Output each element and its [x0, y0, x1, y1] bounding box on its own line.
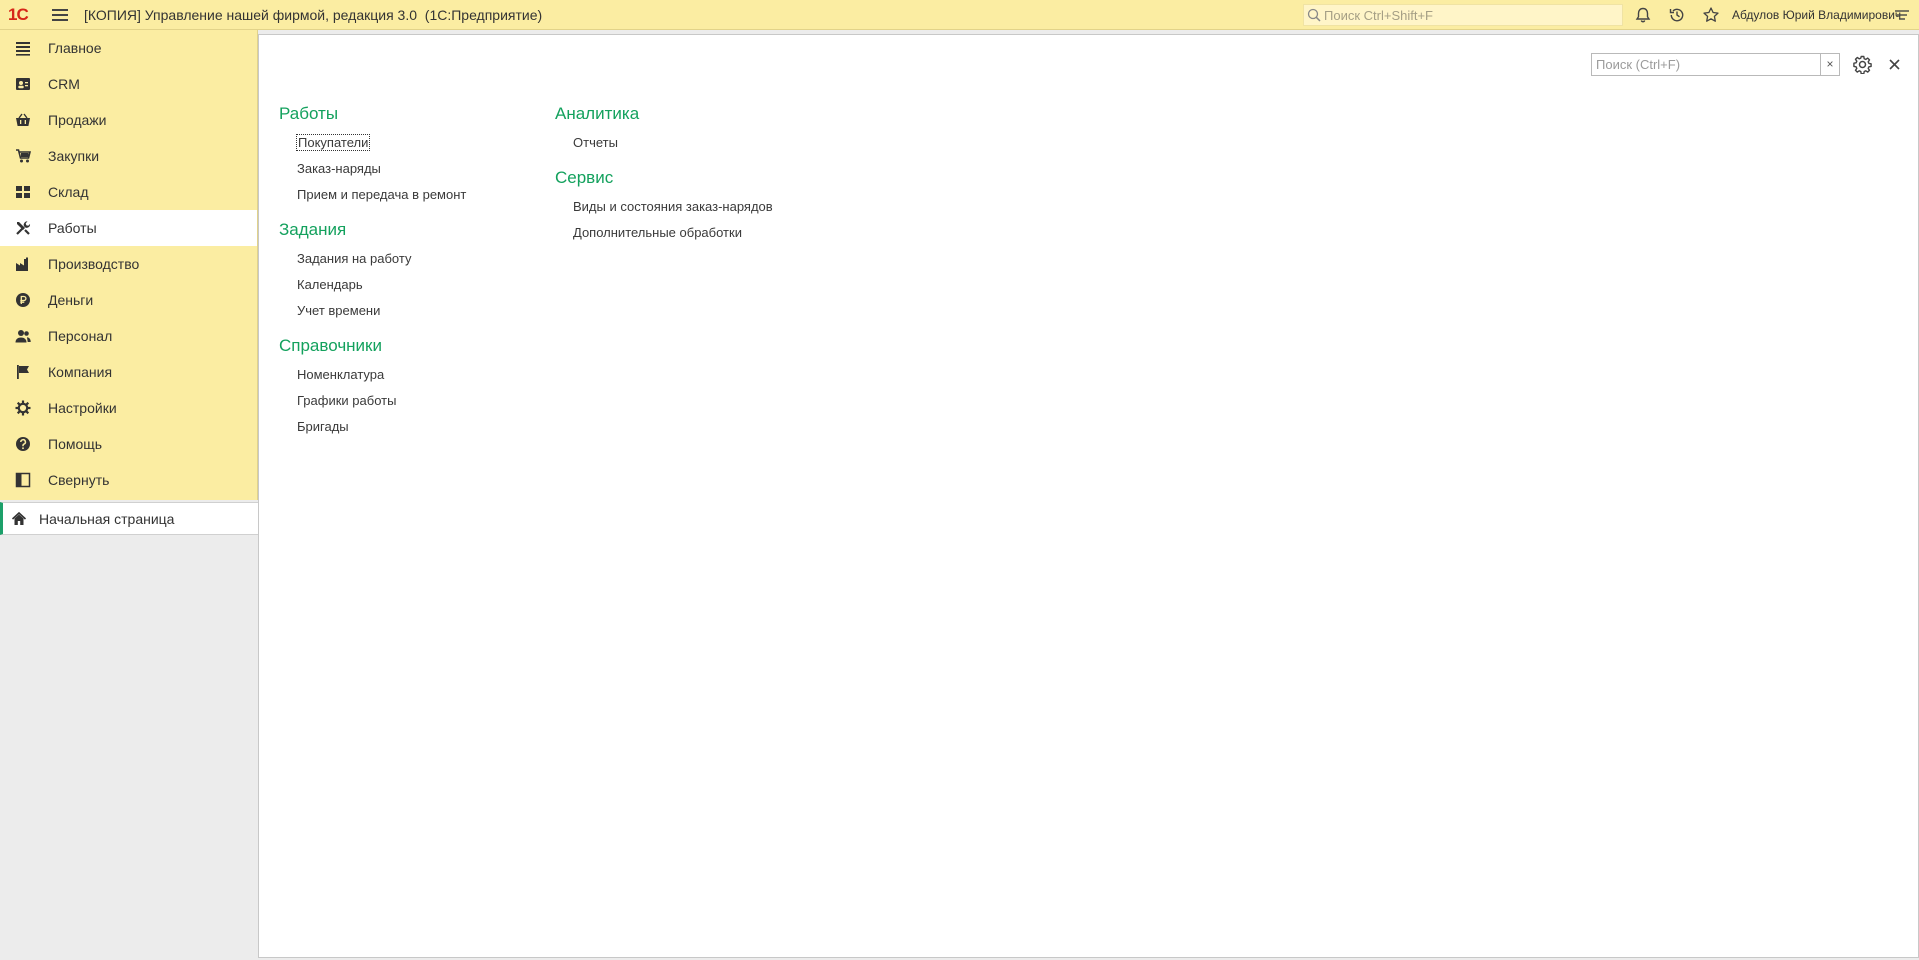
- sidebar-item-label: Настройки: [48, 400, 117, 416]
- sidebar-item-sales[interactable]: Продажи: [0, 102, 257, 138]
- group-title-service: Сервис: [555, 168, 614, 187]
- sidebar-item-works[interactable]: Работы: [0, 210, 257, 246]
- menu-lines-icon: [14, 39, 32, 57]
- link-job-tasks[interactable]: Задания на работу: [297, 246, 539, 272]
- sidebar-item-label: Деньги: [48, 292, 94, 308]
- help-icon: [14, 435, 32, 453]
- app-logo[interactable]: 1С: [8, 5, 38, 25]
- sidebar-item-main[interactable]: Главное: [0, 30, 257, 66]
- settings-menu-icon[interactable]: [1893, 6, 1911, 24]
- link-customers[interactable]: Покупатели: [295, 130, 539, 156]
- sidebar-item-label: Персонал: [48, 328, 113, 344]
- sidebar-item-label: Свернуть: [48, 472, 110, 488]
- link-reports[interactable]: Отчеты: [573, 130, 855, 156]
- link-nomenclature[interactable]: Номенклатура: [297, 362, 539, 388]
- tools-icon: [14, 219, 32, 237]
- link-repair-handover[interactable]: Прием и передача в ремонт: [297, 182, 539, 208]
- sidebar-item-label: Склад: [48, 184, 89, 200]
- close-icon[interactable]: [1887, 57, 1902, 72]
- flag-icon: [14, 363, 32, 381]
- contact-card-icon: [14, 75, 32, 93]
- link-work-schedules[interactable]: Графики работы: [297, 388, 539, 414]
- sidebar-item-purchases[interactable]: Закупки: [0, 138, 257, 174]
- link-additional-processing[interactable]: Дополнительные обработки: [573, 220, 855, 246]
- sidebar-item-money[interactable]: Деньги: [0, 282, 257, 318]
- user-name[interactable]: Абдулов Юрий Владимирович: [1732, 0, 1901, 30]
- commands-column-right: Аналитика Отчеты Сервис Виды и состояния…: [555, 97, 855, 246]
- sidebar-item-label: Продажи: [48, 112, 107, 128]
- app-title: [КОПИЯ] Управление нашей фирмой, редакци…: [84, 7, 543, 23]
- tab-home-page[interactable]: Начальная страница: [0, 502, 258, 535]
- link-calendar[interactable]: Календарь: [297, 272, 539, 298]
- link-label: Покупатели: [295, 134, 371, 151]
- gear-icon: [14, 399, 32, 417]
- global-search-input[interactable]: [1303, 4, 1623, 26]
- star-icon[interactable]: [1702, 6, 1720, 24]
- people-icon: [14, 327, 32, 345]
- bell-icon[interactable]: [1634, 6, 1652, 24]
- link-order-types-states[interactable]: Виды и состояния заказ-нарядов: [573, 194, 855, 220]
- tab-home-label: Начальная страница: [39, 510, 175, 527]
- home-icon: [11, 511, 27, 525]
- sidebar-item-label: Главное: [48, 40, 102, 56]
- group-title-works: Работы: [279, 104, 339, 123]
- section-panel-works: × Работы Покупатели Заказ-наряды Прием и…: [258, 34, 1919, 958]
- sidebar-item-warehouse[interactable]: Склад: [0, 174, 257, 210]
- sidebar-item-label: Работы: [48, 220, 97, 236]
- history-icon[interactable]: [1668, 6, 1686, 24]
- sidebar-item-label: Производство: [48, 256, 140, 272]
- sidebar-item-crm[interactable]: CRM: [0, 66, 257, 102]
- top-bar: 1С [КОПИЯ] Управление нашей фирмой, реда…: [0, 0, 1919, 30]
- sidebar-item-production[interactable]: Производство: [0, 246, 257, 282]
- sidebar-item-label: Помощь: [48, 436, 103, 452]
- sidebar-item-label: Закупки: [48, 148, 100, 164]
- grid-blocks-icon: [14, 183, 32, 201]
- sidebar-item-collapse[interactable]: Свернуть: [0, 462, 257, 498]
- cart-icon: [14, 147, 32, 165]
- sidebar-item-label: CRM: [48, 76, 80, 92]
- link-teams[interactable]: Бригады: [297, 414, 539, 440]
- collapse-panel-icon: [14, 471, 32, 489]
- basket-icon: [14, 111, 32, 129]
- link-work-orders[interactable]: Заказ-наряды: [297, 156, 539, 182]
- group-title-catalogs: Справочники: [279, 336, 382, 355]
- sidebar-item-label: Компания: [48, 364, 113, 380]
- link-time-tracking[interactable]: Учет времени: [297, 298, 539, 324]
- group-title-analytics: Аналитика: [555, 104, 640, 123]
- section-search-input[interactable]: [1591, 53, 1821, 76]
- sidebar-item-staff[interactable]: Персонал: [0, 318, 257, 354]
- gear-icon[interactable]: [1853, 55, 1872, 74]
- commands-column-left: Работы Покупатели Заказ-наряды Прием и п…: [279, 97, 539, 440]
- group-title-tasks: Задания: [279, 220, 347, 239]
- factory-icon: [14, 255, 32, 273]
- main-menu-icon[interactable]: [52, 7, 68, 23]
- sections-panel: Главное CRM Продажи Закупки Склад Работы…: [0, 30, 258, 500]
- sidebar-item-help[interactable]: Помощь: [0, 426, 257, 462]
- clear-search-button[interactable]: ×: [1820, 53, 1840, 76]
- sidebar-item-company[interactable]: Компания: [0, 354, 257, 390]
- ruble-icon: [14, 291, 32, 309]
- sidebar-item-settings[interactable]: Настройки: [0, 390, 257, 426]
